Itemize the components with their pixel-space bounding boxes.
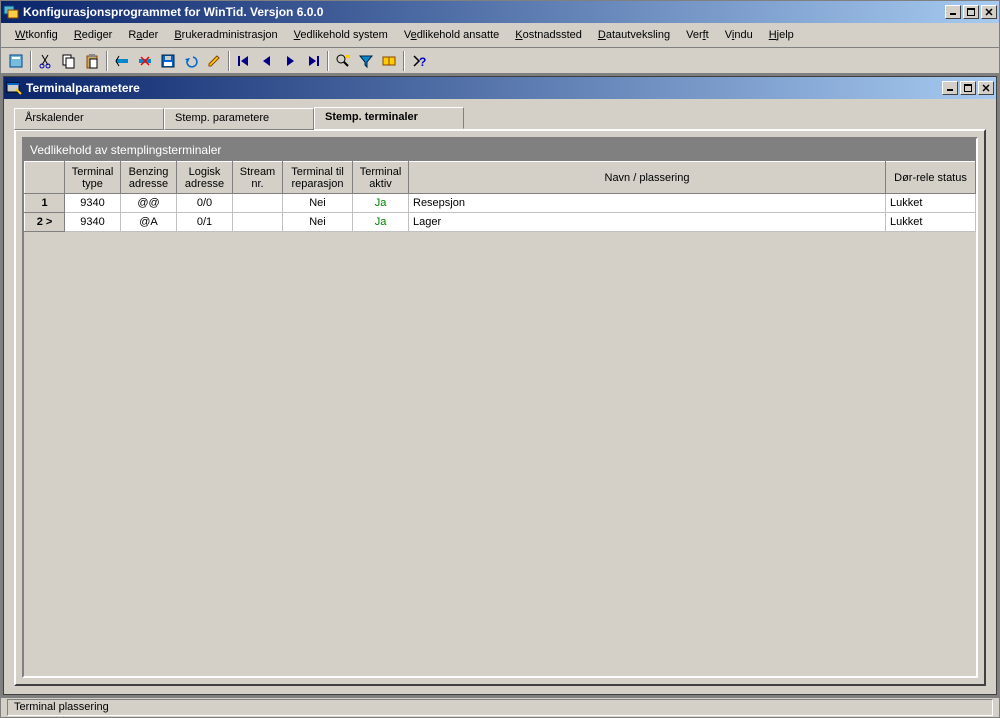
- save-icon[interactable]: [157, 50, 179, 72]
- cell-dor[interactable]: Lukket: [886, 213, 976, 232]
- menu-vedlikehold-ansatte[interactable]: Vedlikehold ansatte: [396, 25, 507, 45]
- paste-icon[interactable]: [81, 50, 103, 72]
- menu-rediger[interactable]: Rediger: [66, 25, 121, 45]
- menu-kostnadssted[interactable]: Kostnadssted: [507, 25, 590, 45]
- main-window: Konfigurasjonsprogrammet for WinTid. Ver…: [0, 0, 1000, 718]
- inner-titlebar: Terminalparametere: [4, 77, 996, 99]
- tab-panel: Vedlikehold av stemplingsterminaler: [14, 129, 986, 686]
- close-button[interactable]: [981, 5, 997, 19]
- cell-aktiv[interactable]: Ja: [353, 213, 409, 232]
- help-icon[interactable]: ?: [408, 50, 430, 72]
- filter-icon[interactable]: [355, 50, 377, 72]
- cell-logisk[interactable]: 0/1: [177, 213, 233, 232]
- menu-wtkonfig[interactable]: Wtkonfig: [7, 25, 66, 45]
- inner-minimize-button[interactable]: [942, 81, 958, 95]
- duplicate-icon[interactable]: [378, 50, 400, 72]
- status-text: Terminal plassering: [7, 699, 993, 716]
- table-row[interactable]: 1 9340 @@ 0/0 Nei Ja Resepsjon Lukket: [25, 194, 976, 213]
- maximize-button[interactable]: [963, 5, 979, 19]
- inner-window: Terminalparametere Årskalender Stemp. pa…: [3, 76, 997, 695]
- cell-type[interactable]: 9340: [65, 213, 121, 232]
- inner-window-icon: [6, 80, 22, 96]
- menubar: Wtkonfig Rediger Rader Brukeradministras…: [1, 23, 999, 48]
- row-number[interactable]: 1: [25, 194, 65, 213]
- toolbar: ?: [1, 48, 999, 74]
- tab-stemp-terminaler[interactable]: Stemp. terminaler: [314, 107, 464, 129]
- cell-aktiv[interactable]: Ja: [353, 194, 409, 213]
- tab-strip: Årskalender Stemp. parametere Stemp. ter…: [14, 107, 986, 129]
- cell-benzing[interactable]: @@: [121, 194, 177, 213]
- titlebar: Konfigurasjonsprogrammet for WinTid. Ver…: [1, 1, 999, 23]
- cell-reparasjon[interactable]: Nei: [283, 194, 353, 213]
- col-terminal-reparasjon[interactable]: Terminal til reparasjon: [283, 162, 353, 194]
- col-logisk-adresse[interactable]: Logisk adresse: [177, 162, 233, 194]
- delete-row-icon[interactable]: [134, 50, 156, 72]
- inner-window-title: Terminalparametere: [26, 81, 942, 95]
- prev-icon[interactable]: [256, 50, 278, 72]
- grid-area: Terminal type Benzing adresse Logisk adr…: [24, 161, 976, 676]
- col-navn-plassering[interactable]: Navn / plassering: [409, 162, 886, 194]
- terminal-grid[interactable]: Terminal type Benzing adresse Logisk adr…: [24, 161, 976, 232]
- inner-maximize-button[interactable]: [960, 81, 976, 95]
- tab-arskalender[interactable]: Årskalender: [14, 108, 164, 130]
- pencil-icon[interactable]: [203, 50, 225, 72]
- minimize-button[interactable]: [945, 5, 961, 19]
- cell-navn[interactable]: Resepsjon: [409, 194, 886, 213]
- col-benzing-adresse[interactable]: Benzing adresse: [121, 162, 177, 194]
- svg-text:?: ?: [419, 55, 426, 69]
- menu-rader[interactable]: Rader: [120, 25, 166, 45]
- last-icon[interactable]: [302, 50, 324, 72]
- copy-icon[interactable]: [58, 50, 80, 72]
- menu-vedlikehold-system[interactable]: Vedlikehold system: [286, 25, 396, 45]
- menu-vindu[interactable]: Vindu: [717, 25, 761, 45]
- statusbar: Terminal plassering: [1, 697, 999, 717]
- col-terminal-type[interactable]: Terminal type: [65, 162, 121, 194]
- col-rownum[interactable]: [25, 162, 65, 194]
- undo-icon[interactable]: [180, 50, 202, 72]
- inner-close-button[interactable]: [978, 81, 994, 95]
- menu-datautveksling[interactable]: Datautveksling: [590, 25, 678, 45]
- col-terminal-aktiv[interactable]: Terminal aktiv: [353, 162, 409, 194]
- menu-verft[interactable]: Verft: [678, 25, 717, 45]
- table-row[interactable]: 2 > 9340 @A 0/1 Nei Ja Lager Lukket: [25, 213, 976, 232]
- cell-reparasjon[interactable]: Nei: [283, 213, 353, 232]
- col-stream-nr[interactable]: Stream nr.: [233, 162, 283, 194]
- tab-stemp-parametere[interactable]: Stemp. parametere: [164, 108, 314, 130]
- next-icon[interactable]: [279, 50, 301, 72]
- panel-title: Vedlikehold av stemplingsterminaler: [24, 139, 976, 161]
- app-icon: [3, 4, 19, 20]
- cell-benzing[interactable]: @A: [121, 213, 177, 232]
- insert-row-icon[interactable]: [111, 50, 133, 72]
- cell-dor[interactable]: Lukket: [886, 194, 976, 213]
- window-title: Konfigurasjonsprogrammet for WinTid. Ver…: [23, 5, 945, 19]
- cut-icon[interactable]: [35, 50, 57, 72]
- menu-hjelp[interactable]: Hjelp: [761, 25, 801, 45]
- find-icon[interactable]: [332, 50, 354, 72]
- cell-stream[interactable]: [233, 194, 283, 213]
- cell-type[interactable]: 9340: [65, 194, 121, 213]
- cell-logisk[interactable]: 0/0: [177, 194, 233, 213]
- client-area: Terminalparametere Årskalender Stemp. pa…: [1, 74, 999, 697]
- menu-brukeradministrasjon[interactable]: Brukeradministrasjon: [166, 25, 285, 45]
- row-number[interactable]: 2 >: [25, 213, 65, 232]
- col-dor-rele-status[interactable]: Dør-rele status: [886, 162, 976, 194]
- toolbar-open-icon[interactable]: [5, 50, 27, 72]
- first-icon[interactable]: [233, 50, 255, 72]
- cell-navn[interactable]: Lager: [409, 213, 886, 232]
- cell-stream[interactable]: [233, 213, 283, 232]
